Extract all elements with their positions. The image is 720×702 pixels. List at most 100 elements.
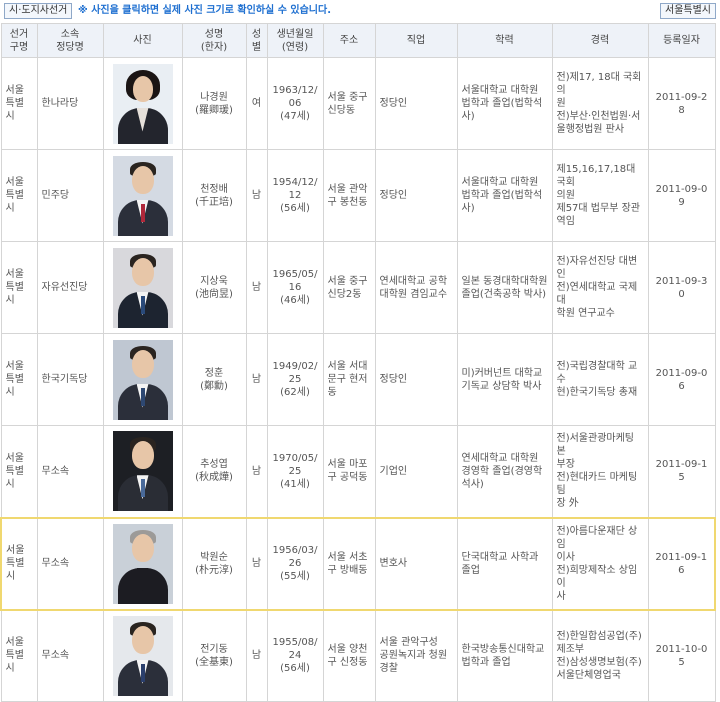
cell-gender: 여 [245, 57, 268, 150]
candidate-photo[interactable] [112, 339, 173, 420]
column-header-photo: 사진 [102, 23, 183, 58]
cell-district: 서울 특별 시 [0, 425, 38, 518]
cell-gender: 남 [245, 609, 268, 702]
notice-text: 사진을 클릭하면 실제 사진 크기로 확인하실 수 있습니다. [91, 5, 331, 16]
column-header-party: 소속 정당명 [36, 23, 104, 58]
portrait-head [132, 75, 153, 102]
column-header-career: 경력 [551, 23, 649, 58]
column-header-district: 선거 구명 [0, 23, 38, 58]
portrait-tie [140, 663, 145, 682]
cell-education: 한국방송통신대학교 법학과 졸업 [456, 609, 553, 702]
portrait-tie [140, 479, 145, 498]
candidate-photo-cell[interactable] [102, 241, 183, 334]
column-header-job: 직업 [374, 23, 458, 58]
candidate-photo[interactable] [112, 615, 173, 696]
election-type-label: 시·도지사선거 [4, 3, 73, 19]
cell-district: 서울 특별 시 [0, 609, 38, 702]
table-row: 서울 특별 시 민주당 천정배 (千正培) 남 1954/12/12 (56세) 서울 관악 구 봉… [0, 149, 716, 242]
candidate-photo[interactable] [112, 155, 173, 236]
cell-name: 박원순 (朴元淳) [181, 516, 247, 611]
cell-job: 변호사 [374, 516, 458, 611]
portrait-tie [140, 295, 145, 314]
portrait-tie [140, 203, 145, 222]
photo-notice: ※ 사진을 클릭하면 실제 사진 크기로 확인하실 수 있습니다. [78, 4, 331, 18]
cell-district: 서울 특별 시 [0, 149, 38, 242]
candidate-photo-cell[interactable] [102, 425, 183, 518]
cell-party: 민주당 [36, 149, 104, 242]
cell-gender: 남 [245, 516, 268, 611]
candidate-photo[interactable] [112, 247, 173, 328]
candidate-photo[interactable] [112, 523, 173, 604]
candidate-photo-cell[interactable] [102, 609, 183, 702]
column-header-registered: 등록일자 [647, 23, 716, 58]
table-row: 서울 특별 시 자유선진당 지상욱 (池尙昱) 남 1965/05/16 (46세) 서울 중구 신… [0, 241, 716, 334]
cell-job: 정당인 [374, 333, 458, 426]
cell-career: 제15,16,17,18대 국회 의원 제57대 법무부 장관 역임 [551, 149, 649, 242]
cell-job: 연세대학교 공학 대학원 겸임교수 [374, 241, 458, 334]
cell-gender: 남 [245, 425, 268, 518]
cell-address: 서울 관악 구 봉천동 [322, 149, 376, 242]
cell-party: 자유선진당 [36, 241, 104, 334]
portrait-head [131, 625, 154, 654]
cell-name: 천정배 (千正培) [181, 149, 247, 242]
cell-name: 나경원 (羅卿瑗) [181, 57, 247, 150]
portrait-tie [140, 387, 145, 406]
candidate-photo-cell[interactable] [102, 149, 183, 242]
cell-address: 서울 서대 문구 현저 동 [322, 333, 376, 426]
table-body: 서울 특별 시 한나라당 나경원 (羅卿瑗) 여 1963/12/06 (47세) 서울 중구 신당… [0, 57, 716, 702]
cell-gender: 남 [245, 333, 268, 426]
cell-job: 서울 관악구성 공원녹지과 청원 경찰 [374, 609, 458, 702]
candidate-photo[interactable] [112, 431, 173, 512]
cell-party: 무소속 [36, 425, 104, 518]
cell-education: 미)커버넌트 대학교 기독교 상담학 박사 [456, 333, 553, 426]
cell-district: 서울 특별 시 [0, 516, 38, 611]
cell-job: 정당인 [374, 57, 458, 150]
column-header-education: 학력 [456, 23, 553, 58]
cell-address: 서울 마포 구 공덕동 [322, 425, 376, 518]
cell-gender: 남 [245, 149, 268, 242]
cell-name: 정훈 (鄭勳) [181, 333, 247, 426]
cell-registered: 2011-10-05 [647, 609, 716, 702]
cell-birth: 1956/03/26 (55세) [266, 516, 324, 611]
cell-registered: 2011-09-16 [647, 516, 716, 611]
notice-mark: ※ [78, 5, 88, 16]
column-header-gender: 성별 [245, 23, 268, 58]
cell-registered: 2011-09-09 [647, 149, 716, 242]
cell-address: 서울 양천 구 신정동 [322, 609, 376, 702]
cell-education: 단국대학교 사학과 졸업 [456, 516, 553, 611]
candidate-photo[interactable] [112, 63, 173, 144]
cell-name: 추성엽 (秋成燁) [181, 425, 247, 518]
cell-education: 서울대학교 대학원 법학과 졸업(법학석 사) [456, 57, 553, 150]
cell-education: 연세대학교 대학원 경영학 졸업(경영학 석사) [456, 425, 553, 518]
table-row: 서울 특별 시 무소속 전기동 (全基東) 남 1955/08/24 (56세) 서울 양천 구 신… [0, 609, 716, 702]
candidate-photo-cell[interactable] [102, 57, 183, 150]
cell-career: 전)자유선진당 대변인 전)연세대학교 국제대 학원 연구교수 [551, 241, 649, 334]
cell-birth: 1965/05/16 (46세) [266, 241, 324, 334]
cell-job: 기업인 [374, 425, 458, 518]
candidate-photo-cell[interactable] [102, 516, 183, 611]
cell-birth: 1963/12/06 (47세) [266, 57, 324, 150]
candidate-photo-cell[interactable] [102, 333, 183, 426]
cell-address: 서울 중구 신당2동 [322, 241, 376, 334]
cell-career: 전)국립경찰대학 교수 현)한국기독당 총재 [551, 333, 649, 426]
cell-party: 무소속 [36, 516, 104, 611]
cell-district: 서울 특별 시 [0, 57, 38, 150]
cell-birth: 1949/02/25 (62세) [266, 333, 324, 426]
cell-address: 서울 중구 신당동 [322, 57, 376, 150]
table-row: 서울 특별 시 한국기독당 정훈 (鄭勳) 남 1949/02/25 (62세) 서울 서대 문구 … [0, 333, 716, 426]
column-header-name: 성명 (한자) [181, 23, 247, 58]
cell-district: 서울 특별 시 [0, 241, 38, 334]
region-label: 서울특별시 [660, 3, 716, 19]
table-row: 서울 특별 시 무소속 추성엽 (秋成燁) 남 1970/05/25 (41세) 서울 마포 구 공… [0, 425, 716, 518]
cell-party: 한국기독당 [36, 333, 104, 426]
candidate-table: 선거 구명 소속 정당명 사진 성명 (한자) 성 별 생년월일 (연령) 주소 직업 학력 경력 등록일자 … [0, 23, 716, 702]
cell-career: 전)서울관광마케팅 본 부장 전)현대카드 마케팅팀 장 外 [551, 425, 649, 518]
cell-registered: 2011-09-06 [647, 333, 716, 426]
portrait-head [131, 533, 154, 562]
top-bar: 시·도지사선거 ※ 사진을 클릭하면 실제 사진 크기로 확인하실 수 있습니다… [0, 0, 720, 22]
cell-party: 무소속 [36, 609, 104, 702]
cell-education: 일본 동경대학대학원 졸업(건축공학 박사) [456, 241, 553, 334]
table-header-row: 선거 구명 소속 정당명 사진 성명 (한자) 성 별 생년월일 (연령) 주소 직업 학력 경력 등록일자 [0, 23, 716, 58]
cell-name: 전기동 (全基東) [181, 609, 247, 702]
portrait-head [131, 441, 154, 470]
